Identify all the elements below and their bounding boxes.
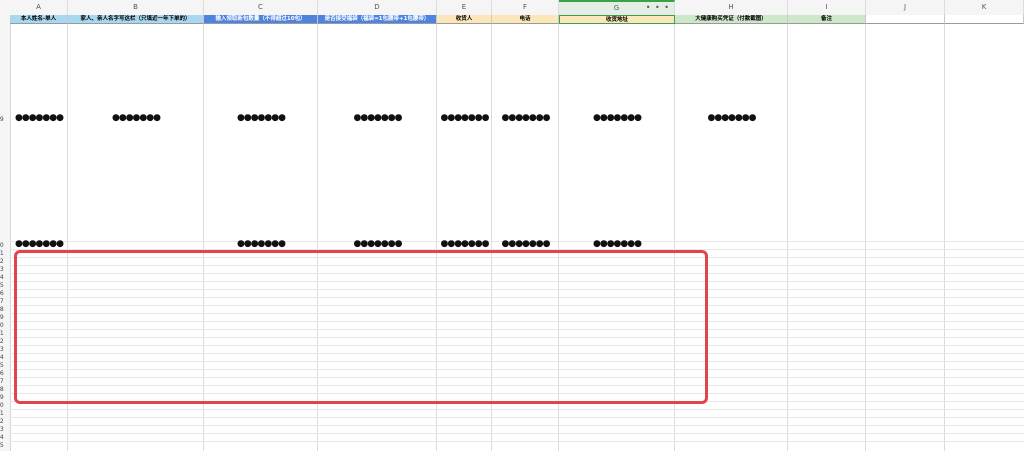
row-number[interactable]: 72 xyxy=(0,258,10,266)
header-cell-h[interactable]: 大健康购买凭证（付款截图） xyxy=(675,15,788,24)
cell-masked-text[interactable]: ●●●●●●● xyxy=(10,239,68,249)
column-header-d[interactable]: D xyxy=(318,0,437,15)
cell-masked-text[interactable]: ●●●●●●● xyxy=(68,113,204,123)
header-cell-j[interactable] xyxy=(866,15,945,24)
column-header-i[interactable]: I xyxy=(788,0,866,15)
row-number[interactable]: 90 xyxy=(0,402,10,410)
row-number[interactable]: 93 xyxy=(0,426,10,434)
row-number[interactable]: 95 xyxy=(0,442,10,450)
cell-masked-text[interactable]: ●●●●●●● xyxy=(559,113,675,123)
row-number[interactable]: 78 xyxy=(0,306,10,314)
column-header-a[interactable]: A xyxy=(10,0,68,15)
cell-masked-text[interactable]: ●●●●●●● xyxy=(204,113,318,123)
cell-masked-text[interactable]: ●●●●●●● xyxy=(318,113,437,123)
row-number[interactable]: 75 xyxy=(0,282,10,290)
table-header-row: 本人姓名-单人 家人、亲人名字写这栏（只填近一年下单的） 输入领取新包数量（不得… xyxy=(10,15,1024,24)
row-number[interactable]: 88 xyxy=(0,386,10,394)
row-number[interactable]: 79 xyxy=(0,314,10,322)
row-number[interactable]: 80 xyxy=(0,322,10,330)
cell-masked-text[interactable]: ●●●●●●● xyxy=(437,113,492,123)
row-number[interactable]: 87 xyxy=(0,378,10,386)
column-header-k[interactable]: K xyxy=(945,0,1024,15)
cell-masked-text[interactable]: ●●●●●●● xyxy=(10,113,68,123)
column-header-g-letter: G xyxy=(613,4,620,12)
column-header-h[interactable]: H xyxy=(675,0,788,15)
header-cell-a[interactable]: 本人姓名-单人 xyxy=(10,15,68,24)
row-number[interactable]: 73 xyxy=(0,266,10,274)
row-number[interactable]: 94 xyxy=(0,434,10,442)
row-number[interactable]: 74 xyxy=(0,274,10,282)
row-number[interactable]: 76 xyxy=(0,290,10,298)
row-number[interactable]: 77 xyxy=(0,298,10,306)
column-header-f[interactable]: F xyxy=(492,0,559,15)
row-number[interactable]: 86 xyxy=(0,370,10,378)
header-cell-f[interactable]: 电话 xyxy=(492,15,559,24)
column-header-c[interactable]: C xyxy=(204,0,318,15)
cell-masked-text[interactable]: ●●●●●●● xyxy=(559,239,675,249)
cell-masked-text[interactable]: ●●●●●●● xyxy=(437,239,492,249)
spreadsheet: A B C D E F G • • • H I J K 1 69 70 71 7… xyxy=(0,0,1024,451)
row-number[interactable]: 71 xyxy=(0,250,10,258)
row-number[interactable]: 89 xyxy=(0,394,10,402)
row-number[interactable]: 92 xyxy=(0,418,10,426)
row-number[interactable]: 85 xyxy=(0,362,10,370)
header-cell-k[interactable] xyxy=(945,15,1024,24)
row-number[interactable]: 69 xyxy=(0,116,10,124)
cell-masked-text[interactable]: ●●●●●●● xyxy=(492,113,559,123)
row-number[interactable]: 82 xyxy=(0,338,10,346)
cell-masked-text[interactable]: ●●●●●●● xyxy=(675,113,788,123)
row-number[interactable]: 81 xyxy=(0,330,10,338)
column-header-j[interactable]: J xyxy=(866,0,945,15)
column-header-b[interactable]: B xyxy=(68,0,204,15)
header-cell-b[interactable]: 家人、亲人名字写这栏（只填近一年下单的） xyxy=(68,15,204,24)
row-number[interactable]: 91 xyxy=(0,410,10,418)
header-cell-c[interactable]: 输入领取新包数量（不得超过10包） xyxy=(204,15,318,24)
cell-masked-text[interactable]: ●●●●●●● xyxy=(204,239,318,249)
row-number[interactable]: 1 xyxy=(0,16,10,24)
column-header-g[interactable]: G • • • xyxy=(559,0,675,15)
column-menu-icon[interactable]: • • • xyxy=(646,2,670,14)
header-cell-i[interactable]: 备注 xyxy=(788,15,866,24)
column-header-e[interactable]: E xyxy=(437,0,492,15)
row-number[interactable]: 84 xyxy=(0,354,10,362)
header-cell-d[interactable]: 是否接受福袋（福袋=1包腰带+1包腰带） xyxy=(318,15,437,24)
cell-masked-text[interactable]: ●●●●●●● xyxy=(318,239,437,249)
header-cell-g[interactable]: 收货地址 xyxy=(559,15,675,24)
highlight-annotation-box xyxy=(14,250,708,404)
row-number[interactable]: 83 xyxy=(0,346,10,354)
header-cell-e[interactable]: 收货人 xyxy=(437,15,492,24)
row-number[interactable]: 70 xyxy=(0,242,10,250)
column-header-bar: A B C D E F G • • • H I J K xyxy=(0,0,1024,16)
cell-masked-text[interactable]: ●●●●●●● xyxy=(492,239,559,249)
